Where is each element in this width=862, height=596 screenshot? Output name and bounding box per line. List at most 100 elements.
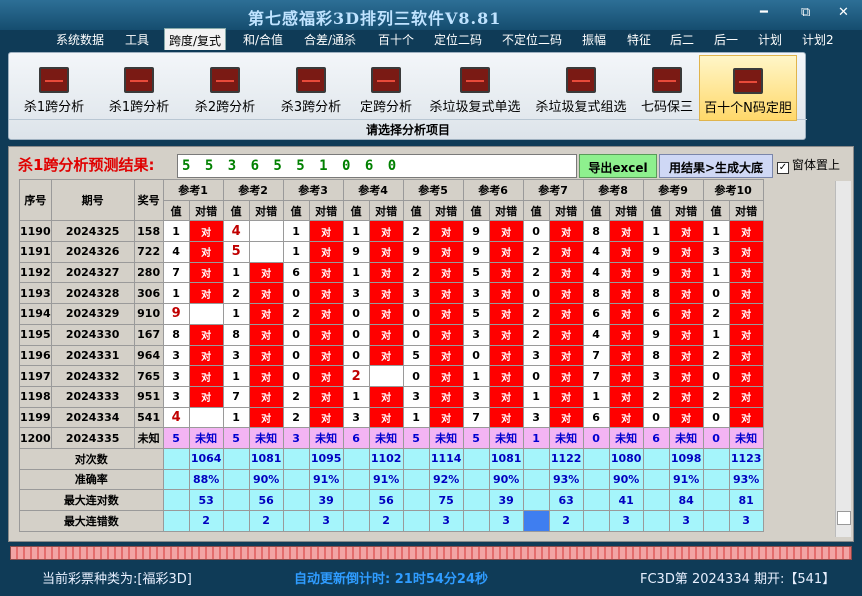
hit-cell: 对 (668, 282, 704, 305)
close-button[interactable]: ✕ (838, 6, 849, 20)
ref-value: 8 (582, 282, 610, 305)
ref-value: 2 (522, 261, 550, 284)
stat-spacer (282, 468, 310, 491)
menu-item-4[interactable]: 合差/通杀 (304, 31, 356, 48)
column-header: 奖号 (133, 178, 164, 222)
ref-value: 0 (342, 344, 370, 367)
minimize-button[interactable]: ━ (760, 6, 768, 20)
hit-cell: 对 (728, 365, 764, 387)
menu-item-6[interactable]: 定位二码 (434, 31, 482, 48)
stat-spacer (162, 510, 190, 532)
table-row[interactable]: 1197 2024332 765 3 对 1 对 0 对 2 0 对 1 对 0 对 7 对 3 对 0 对 (19, 365, 764, 387)
menu-item-1[interactable]: 工具 (125, 31, 149, 48)
stat-spacer (642, 447, 670, 470)
stat-spacer (702, 489, 730, 511)
table-row[interactable]: 1194 2024329 910 9 1 对 2 对 0 对 0 对 5 对 2 对 6 对 6 对 2 对 (19, 303, 764, 325)
ribbon-button-8[interactable]: 百十个N码定胆 (699, 55, 797, 121)
menu-item-9[interactable]: 特征 (627, 31, 651, 48)
chart-icon (371, 67, 401, 93)
hit-cell: 对 (368, 261, 404, 284)
table-row[interactable]: 1195 2024330 167 8 对 8 对 0 对 0 对 0 对 3 对 2 对 4 对 9 对 1 对 (19, 323, 764, 346)
stat-value: 1081 (488, 447, 524, 470)
checkbox-check-icon[interactable]: ✓ (777, 162, 789, 174)
menu-item-8[interactable]: 振幅 (582, 31, 606, 48)
menu-item-0[interactable]: 系统数据 (56, 31, 104, 48)
column-header: 期号 (50, 178, 135, 222)
hit-header: 对错 (608, 199, 644, 222)
stat-row: 准确率 88% 90% 91% 91% 92% 90% 93% 90% 91% 93% (19, 468, 764, 491)
chart-icon (652, 67, 682, 93)
menu-item-10[interactable]: 后二 (670, 31, 694, 48)
stat-value: 2 (368, 510, 404, 532)
ribbon-button-4[interactable]: 定跨分析 (353, 55, 419, 121)
ref-value: 0 (282, 323, 310, 346)
ref-value: 0 (702, 427, 730, 449)
menu-item-13[interactable]: 计划2 (802, 31, 834, 48)
ribbon-button-2[interactable]: 杀2跨分析 (185, 55, 265, 121)
scrollbar-thumb[interactable] (837, 511, 851, 525)
table-row[interactable]: 1196 2024331 964 3 对 3 对 0 对 0 对 5 对 0 对 3 对 7 对 8 对 2 对 (19, 344, 764, 367)
ref-value: 2 (222, 282, 250, 305)
stat-value: 91% (308, 468, 344, 491)
hit-unknown: 未知 (308, 427, 344, 449)
stat-value: 3 (668, 510, 704, 532)
status-bar: 当前彩票种类为:[福彩3D] 自动更新倒计时: 21时54分24秒 FC3D第 … (0, 562, 862, 596)
ribbon-button-7[interactable]: 七码保三 (637, 55, 697, 121)
ref-value: 9 (162, 303, 190, 325)
hit-cell: 对 (608, 323, 644, 346)
export-excel-button[interactable]: 导出excel (579, 154, 657, 178)
menu-item-2[interactable]: 跨度/复式 (164, 28, 227, 50)
menu-item-5[interactable]: 百十个 (378, 31, 414, 48)
hit-cell: 对 (548, 261, 584, 284)
stat-value: 93% (548, 468, 584, 491)
ribbon-button-6[interactable]: 杀垃圾复式组选 (531, 55, 631, 121)
table-row[interactable]: 1193 2024328 306 1 对 2 对 0 对 3 对 3 对 3 对 0 对 8 对 8 对 0 对 (19, 282, 764, 305)
menu-item-3[interactable]: 和/合值 (243, 31, 283, 48)
generate-base-button[interactable]: 用结果>生成大底 (659, 154, 773, 178)
vertical-scrollbar[interactable] (835, 181, 851, 537)
prediction-result-field[interactable]: 5 5 3 6 5 5 1 0 6 0 (177, 154, 577, 178)
stat-value: 1080 (608, 447, 644, 470)
hit-unknown: 未知 (488, 427, 524, 449)
table-row[interactable]: 1190 2024325 158 1 对 4 1 对 1 对 2 对 9 对 0 对 8 对 1 对 1 对 (19, 220, 764, 243)
row-number: 1198 (19, 385, 52, 408)
stat-value: 1102 (368, 447, 404, 470)
hit-cell: 对 (428, 282, 464, 305)
maximize-button[interactable]: ⧉ (801, 6, 810, 20)
stat-value: 75 (428, 489, 464, 511)
hit-cell: 对 (428, 241, 464, 263)
stat-value: 93% (728, 468, 764, 491)
menu-item-7[interactable]: 不定位二码 (502, 31, 562, 48)
menu-item-12[interactable]: 计划 (758, 31, 782, 48)
stat-value: 3 (428, 510, 464, 532)
stat-spacer (522, 510, 550, 532)
table-row[interactable]: 1198 2024333 951 3 对 7 对 2 对 1 对 3 对 3 对 1 对 1 对 2 对 2 对 (19, 385, 764, 408)
row-number: 1192 (19, 261, 52, 284)
hit-cell: 对 (308, 385, 344, 408)
issue-number: 2024333 (50, 385, 135, 408)
stat-value: 56 (248, 489, 284, 511)
table-row[interactable]: 1192 2024327 280 7 对 1 对 6 对 1 对 2 对 5 对 2 对 4 对 9 对 1 对 (19, 261, 764, 284)
ribbon-button-0[interactable]: 杀1跨分析 (15, 55, 93, 121)
table-row[interactable]: 1191 2024326 722 4 对 5 1 对 9 对 9 对 9 对 2 对 4 对 9 对 3 对 (19, 241, 764, 263)
hit-cell: 对 (608, 344, 644, 367)
table-row[interactable]: 1199 2024334 541 4 1 对 2 对 3 对 1 对 7 对 3 对 6 对 0 对 0 对 (19, 406, 764, 429)
ref-value: 3 (462, 323, 490, 346)
stat-spacer (222, 510, 250, 532)
stay-on-top-checkbox[interactable]: ✓ 窗体置上 (777, 156, 840, 174)
ref-value: 2 (342, 365, 370, 387)
ref-header: 参考5 (402, 179, 464, 201)
ref-value: 5 (462, 303, 490, 325)
prize-number: 964 (133, 344, 164, 367)
stat-spacer (642, 510, 670, 532)
ribbon-button-5[interactable]: 杀垃圾复式单选 (425, 55, 525, 121)
stat-label: 最大连错数 (19, 510, 164, 532)
menu-item-11[interactable]: 后一 (714, 31, 738, 48)
ref-value: 3 (402, 282, 430, 305)
hit-cell: 对 (428, 365, 464, 387)
ref-value: 3 (462, 282, 490, 305)
stat-value: 3 (728, 510, 764, 532)
table-row[interactable]: 1200 2024335 未知 5 未知 5 未知 3 未知 6 未知 5 未知 5 未知 1 未知 0 未知 6 未知… (19, 427, 764, 449)
ribbon-button-3[interactable]: 杀3跨分析 (271, 55, 351, 121)
ribbon-button-1[interactable]: 杀1跨分析 (99, 55, 179, 121)
